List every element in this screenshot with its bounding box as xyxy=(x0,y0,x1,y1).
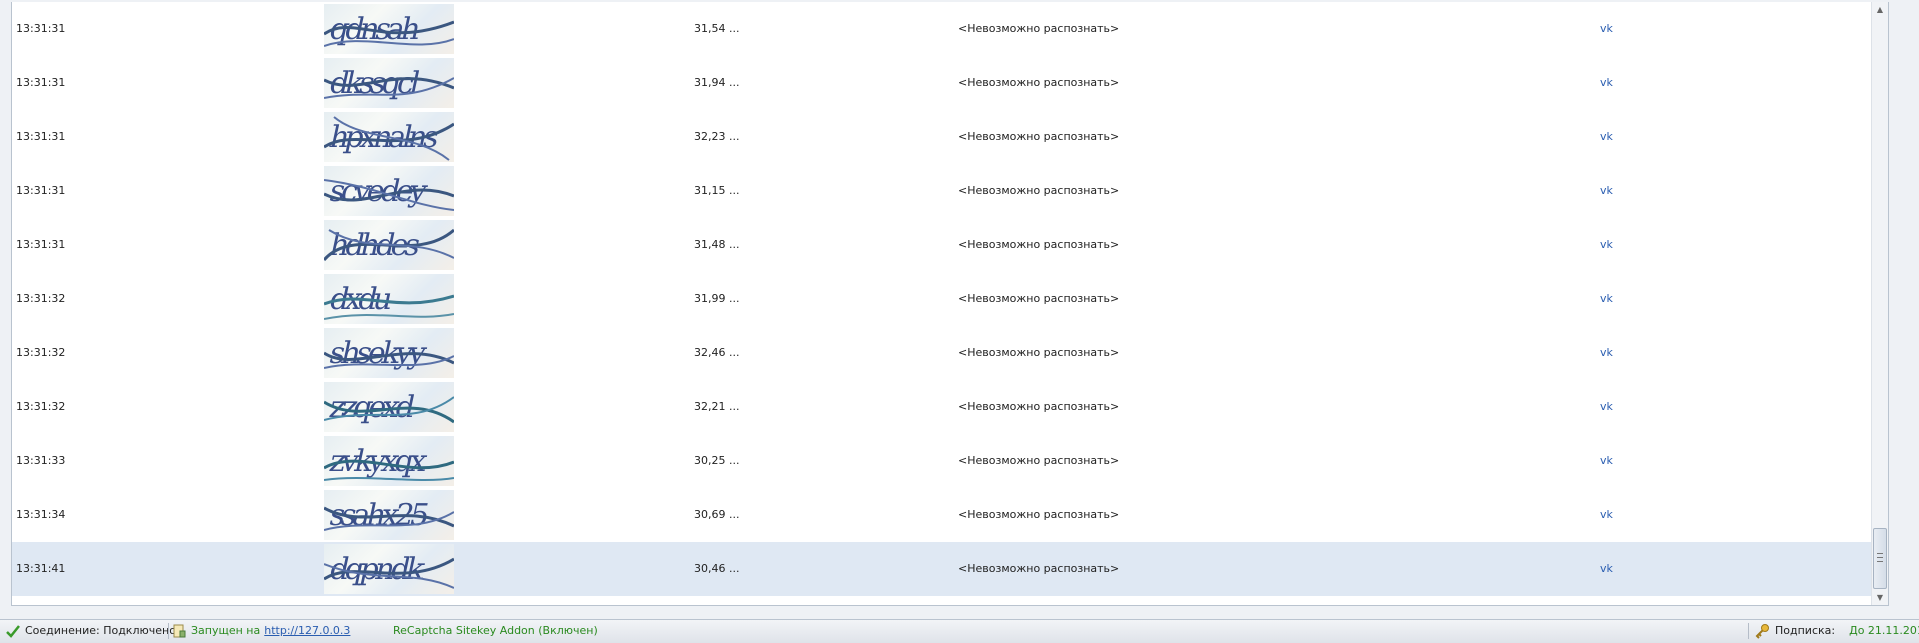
table-row[interactable]: 13:31:32 shsekyy 32,46 ... <Невозможно р… xyxy=(12,326,1871,380)
table-row[interactable]: 13:31:31 dkssqcl 31,94 ... <Невозможно р… xyxy=(12,56,1871,110)
source-cell: vk xyxy=(1600,292,1613,305)
duration-cell: 32,21 ... xyxy=(694,400,740,413)
time-cell: 13:31:31 xyxy=(16,130,66,143)
table-row[interactable]: 13:31:32 zzqexd 32,21 ... <Невозможно ра… xyxy=(12,380,1871,434)
captcha-log-grid: 13:31:31 qdnsah 31,54 ... <Невозможно ра… xyxy=(11,2,1889,606)
running-label: Запущен на xyxy=(191,624,261,637)
time-cell: 13:31:31 xyxy=(16,238,66,251)
result-cell: <Невозможно распознать> xyxy=(958,76,1120,89)
result-cell: <Невозможно распознать> xyxy=(958,22,1120,35)
captcha-image: qdnsah xyxy=(324,4,454,54)
app-window: 13:31:31 qdnsah 31,54 ... <Невозможно ра… xyxy=(0,0,1919,643)
source-cell: vk xyxy=(1600,238,1613,251)
source-cell: vk xyxy=(1600,562,1613,575)
time-cell: 13:31:32 xyxy=(16,400,66,413)
time-cell: 13:31:33 xyxy=(16,454,66,467)
status-divider xyxy=(1748,623,1749,639)
table-row[interactable]: 13:31:31 hpxnalns 32,23 ... <Невозможно … xyxy=(12,110,1871,164)
time-cell: 13:31:31 xyxy=(16,76,66,89)
result-cell: <Невозможно распознать> xyxy=(958,400,1120,413)
table-row[interactable]: 13:31:32 dxdu 31,99 ... <Невозможно расп… xyxy=(12,272,1871,326)
duration-cell: 32,23 ... xyxy=(694,130,740,143)
time-cell: 13:31:32 xyxy=(16,292,66,305)
key-icon xyxy=(1755,624,1769,639)
arrow-up-icon[interactable]: ▲ xyxy=(1872,2,1888,18)
time-cell: 13:31:31 xyxy=(16,22,66,35)
time-cell: 13:31:41 xyxy=(16,562,66,575)
subscription-date: До 21.11.2018 xyxy=(1849,624,1919,637)
source-cell: vk xyxy=(1600,346,1613,359)
source-cell: vk xyxy=(1600,22,1613,35)
subscription-label: Подписка: xyxy=(1775,624,1836,637)
table-row[interactable]: 13:31:33 zvkyxqx 30,25 ... <Невозможно р… xyxy=(12,434,1871,488)
duration-cell: 30,25 ... xyxy=(694,454,740,467)
result-cell: <Невозможно распознать> xyxy=(958,454,1120,467)
source-cell: vk xyxy=(1600,184,1613,197)
addon-status: ReCaptcha Sitekey Addon (Включен) xyxy=(393,620,598,642)
result-cell: <Невозможно распознать> xyxy=(958,184,1120,197)
result-cell: <Невозможно распознать> xyxy=(958,508,1120,521)
table-row[interactable]: 13:31:31 scvedey 31,15 ... <Невозможно р… xyxy=(12,164,1871,218)
captcha-image: dxdu xyxy=(324,274,454,324)
time-cell: 13:31:31 xyxy=(16,184,66,197)
result-cell: <Невозможно распознать> xyxy=(958,292,1120,305)
table-row[interactable]: 13:31:34 ssahx25 30,69 ... <Невозможно р… xyxy=(12,488,1871,542)
server-url-link[interactable]: http://127.0.0.3 xyxy=(264,620,350,642)
server-status: Запущен на http://127.0.0.3 xyxy=(171,620,350,642)
result-cell: <Невозможно распознать> xyxy=(958,238,1120,251)
captcha-image: dkssqcl xyxy=(324,58,454,108)
duration-cell: 31,15 ... xyxy=(694,184,740,197)
duration-cell: 30,69 ... xyxy=(694,508,740,521)
captcha-image: zvkyxqx xyxy=(324,436,454,486)
captcha-image: hdhdes xyxy=(324,220,454,270)
grip-icon xyxy=(1877,553,1883,562)
source-cell: vk xyxy=(1600,454,1613,467)
duration-cell: 31,48 ... xyxy=(694,238,740,251)
duration-cell: 31,99 ... xyxy=(694,292,740,305)
connection-status: Соединение: Подключено xyxy=(5,620,176,642)
subscription-status: Подписка: До 21.11.2018 xyxy=(1755,620,1919,642)
source-cell: vk xyxy=(1600,130,1613,143)
captcha-image: zzqexd xyxy=(324,382,454,432)
result-cell: <Невозможно распознать> xyxy=(958,346,1120,359)
duration-cell: 30,46 ... xyxy=(694,562,740,575)
status-divider xyxy=(168,623,169,639)
source-cell: vk xyxy=(1600,400,1613,413)
captcha-image: dqpndk xyxy=(324,544,454,594)
checkmark-icon xyxy=(6,625,20,638)
time-cell: 13:31:34 xyxy=(16,508,66,521)
server-icon xyxy=(173,624,186,638)
addon-text: ReCaptcha Sitekey Addon (Включен) xyxy=(393,624,598,637)
time-cell: 13:31:32 xyxy=(16,346,66,359)
connection-text: Соединение: Подключено xyxy=(25,624,176,637)
source-cell: vk xyxy=(1600,76,1613,89)
duration-cell: 31,94 ... xyxy=(694,76,740,89)
scrollbar-thumb[interactable] xyxy=(1873,528,1887,589)
vertical-scrollbar[interactable]: ▲ ▼ xyxy=(1871,2,1888,605)
table-row[interactable]: 13:31:31 qdnsah 31,54 ... <Невозможно ра… xyxy=(12,2,1871,56)
duration-cell: 31,54 ... xyxy=(694,22,740,35)
grid-rows: 13:31:31 qdnsah 31,54 ... <Невозможно ра… xyxy=(12,2,1871,605)
table-row[interactable]: 13:31:31 hdhdes 31,48 ... <Невозможно ра… xyxy=(12,218,1871,272)
status-bar: Соединение: Подключено Запущен на http:/… xyxy=(0,619,1919,643)
table-row-selected[interactable]: 13:31:41 dqpndk 30,46 ... <Невозможно ра… xyxy=(12,542,1871,596)
captcha-image: scvedey xyxy=(324,166,454,216)
arrow-down-icon[interactable]: ▼ xyxy=(1872,590,1888,605)
captcha-image: ssahx25 xyxy=(324,490,454,540)
source-cell: vk xyxy=(1600,508,1613,521)
captcha-image: shsekyy xyxy=(324,328,454,378)
captcha-image: hpxnalns xyxy=(324,112,454,162)
result-cell: <Невозможно распознать> xyxy=(958,130,1120,143)
result-cell: <Невозможно распознать> xyxy=(958,562,1120,575)
duration-cell: 32,46 ... xyxy=(694,346,740,359)
